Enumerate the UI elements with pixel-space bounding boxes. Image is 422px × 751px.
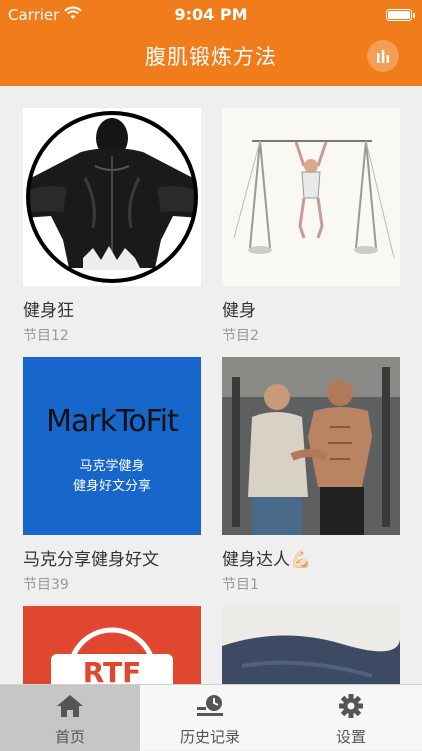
thumbnail-caption: 健身好文分享 [72, 479, 151, 494]
tab-label: 首页 [54, 728, 85, 746]
tab-history[interactable]: 历史记录 [140, 685, 280, 751]
thumbnail-caption: 马克学健身 [79, 459, 145, 474]
card-subtitle: 节目12 [23, 328, 69, 344]
header-bar: Carrier 9:04 PM 腹肌锻炼方法 [0, 0, 422, 86]
program-card[interactable]: 健身狂 节目12 [23, 108, 201, 345]
card-thumbnail [222, 357, 400, 535]
tab-bar: 首页 历史记录 设置 [0, 684, 422, 751]
card-title: 马克分享健身好文 [23, 550, 159, 570]
tab-settings[interactable]: 设置 [280, 685, 422, 751]
page-title: 腹肌锻炼方法 [145, 45, 277, 69]
settings-icon [339, 694, 363, 718]
program-card[interactable]: 健身达人💪🏻 节目1 [222, 357, 400, 594]
history-icon [197, 695, 223, 716]
program-card[interactable]: MarkToFit 马克学健身 健身好文分享 马克分享健身好文 节目39 [23, 357, 201, 594]
card-thumbnail: MarkToFit 马克学健身 健身好文分享 [23, 357, 201, 535]
card-subtitle: 节目2 [222, 328, 259, 344]
tab-label: 历史记录 [179, 728, 240, 746]
tab-home[interactable]: 首页 [0, 685, 140, 751]
tab-label: 设置 [335, 728, 366, 746]
status-bar: Carrier 9:04 PM [0, 0, 422, 30]
card-thumbnail [222, 108, 400, 286]
marktofit-logo-text: MarkToFit [46, 404, 179, 439]
card-subtitle: 节目39 [23, 577, 69, 593]
battery-icon [386, 9, 415, 21]
card-title: 健身达人💪🏻 [222, 550, 312, 570]
rtf-logo-image: RTF [23, 606, 201, 684]
program-card[interactable] [222, 606, 400, 684]
bar-chart-icon [377, 50, 390, 63]
home-icon [57, 695, 83, 717]
bodybuilder-back-image [26, 111, 198, 283]
card-thumbnail [222, 606, 400, 684]
program-grid: 健身狂 节目12 健身 节目2 MarkToFit 马克学健身 健身好文分享 马… [0, 86, 422, 684]
pullup-illustration-image [233, 140, 395, 259]
stats-button[interactable] [367, 40, 399, 72]
fabric-photo-image [222, 606, 400, 684]
card-title: 健身狂 [23, 301, 74, 321]
program-card[interactable]: RTF [23, 606, 201, 684]
status-time: 9:04 PM [174, 5, 248, 24]
rtf-logo-text: RTF [83, 656, 142, 684]
card-thumbnail [23, 108, 201, 286]
card-subtitle: 节目1 [222, 577, 259, 593]
program-card[interactable]: 健身 节目2 [222, 108, 400, 345]
gym-photo-image [222, 357, 400, 535]
card-title: 健身 [222, 301, 256, 321]
card-thumbnail: RTF [23, 606, 201, 684]
